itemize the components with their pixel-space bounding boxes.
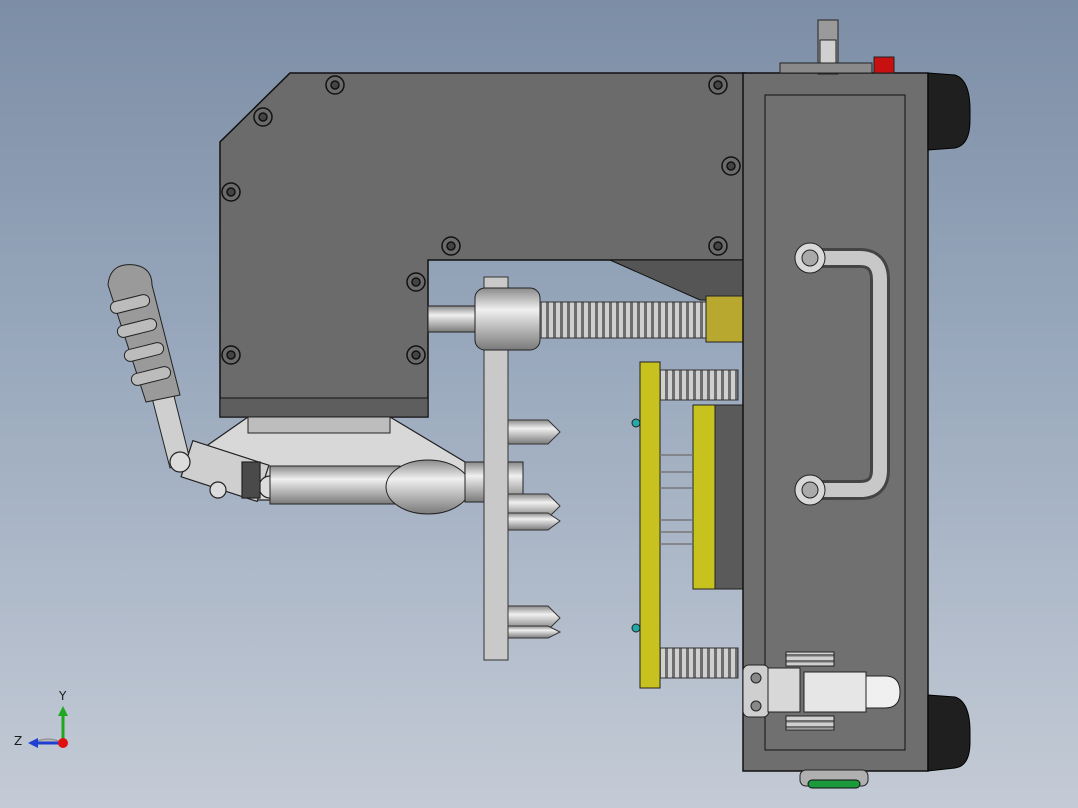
pcb-led-bottom bbox=[631, 623, 641, 633]
top-switch-base bbox=[779, 62, 873, 74]
housing-chamfer-shadow bbox=[609, 259, 746, 301]
rubber-foot-bottom bbox=[927, 694, 971, 772]
connector-pins bbox=[660, 454, 693, 545]
toggle-handle-grip bbox=[107, 264, 181, 403]
compression-spring-lower bbox=[659, 647, 739, 679]
bracket-base-plate bbox=[247, 416, 391, 434]
housing-bottom-strip bbox=[219, 397, 429, 418]
clamp-push-rod bbox=[269, 465, 401, 505]
handle-mount-bottom-core bbox=[801, 481, 819, 499]
handle-mount-top-core bbox=[801, 249, 819, 267]
triad-x-axis-dot bbox=[58, 738, 68, 748]
rubber-foot-top bbox=[927, 72, 971, 151]
spring-collar-upper bbox=[705, 295, 747, 343]
triad-z-arrow bbox=[28, 738, 38, 748]
triad-y-label: Y bbox=[58, 689, 67, 703]
cad-viewport[interactable]: Y Z bbox=[0, 0, 1078, 808]
top-switch-lever bbox=[819, 39, 837, 65]
rod-bulb bbox=[385, 459, 471, 515]
press-pins bbox=[507, 419, 562, 639]
guide-bushing-upper bbox=[474, 287, 541, 351]
indicator-lamp-red bbox=[873, 56, 895, 74]
fixture-assembly-drawing: Y Z bbox=[14, 19, 971, 789]
compression-spring-upper bbox=[539, 301, 709, 339]
main-housing bbox=[219, 72, 746, 418]
triad-z-label: Z bbox=[14, 734, 22, 748]
pcb-holder-face bbox=[714, 404, 744, 590]
pcb-led-top bbox=[631, 418, 641, 428]
triad-y-arrow bbox=[58, 706, 68, 716]
pcb-board bbox=[639, 361, 661, 689]
coordinate-triad: Y Z bbox=[14, 689, 68, 748]
compression-spring-middle bbox=[659, 369, 739, 401]
bottom-button-ring bbox=[807, 779, 861, 789]
